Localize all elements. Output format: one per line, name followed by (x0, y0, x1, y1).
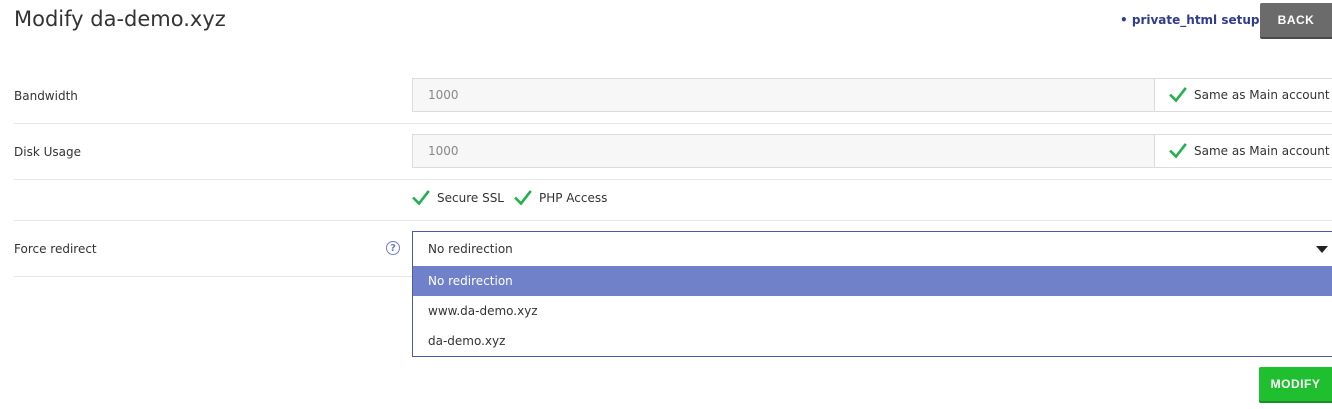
bandwidth-same-as-main[interactable]: Same as Main account (1154, 79, 1332, 111)
force-redirect-select[interactable]: No redirection (412, 231, 1332, 267)
dropdown-option[interactable]: da-demo.xyz (413, 326, 1332, 356)
divider (14, 179, 1332, 180)
dropdown-option[interactable]: www.da-demo.xyz (413, 296, 1332, 326)
disk-usage-field-group: Same as Main account (412, 134, 1332, 168)
feature-checkboxes: Secure SSL PHP Access (412, 189, 607, 207)
bandwidth-input[interactable] (413, 79, 1153, 111)
bullet: • (1120, 13, 1132, 27)
force-redirect-selected-value: No redirection (428, 242, 513, 256)
page-title: Modify da-demo.xyz (14, 7, 226, 31)
disk-usage-input[interactable] (413, 135, 1153, 167)
secure-ssl-label: Secure SSL (437, 191, 504, 205)
modify-button[interactable]: MODIFY (1259, 367, 1332, 401)
php-access-checkbox[interactable]: PHP Access (514, 189, 607, 207)
check-icon (412, 190, 430, 206)
check-icon (1169, 143, 1187, 159)
dropdown-option[interactable]: No redirection (413, 266, 1332, 296)
divider (14, 123, 1332, 124)
check-icon (1169, 87, 1187, 103)
php-access-label: PHP Access (539, 191, 608, 205)
disk-usage-same-as-main[interactable]: Same as Main account (1154, 135, 1332, 167)
bandwidth-field-group: Same as Main account (412, 78, 1332, 112)
caret-down-icon[interactable] (1316, 246, 1328, 253)
help-icon[interactable]: ? (386, 241, 400, 255)
private-html-setup-link[interactable]: • private_html setup (1120, 13, 1260, 27)
bandwidth-label: Bandwidth (14, 89, 78, 103)
bandwidth-same-as-main-label: Same as Main account (1194, 88, 1330, 102)
disk-usage-label: Disk Usage (14, 145, 81, 159)
check-icon (514, 190, 532, 206)
force-redirect-label: Force redirect (14, 242, 97, 256)
divider (14, 220, 1332, 221)
disk-usage-same-as-main-checkbox[interactable]: Same as Main account (1169, 142, 1330, 160)
back-button[interactable]: BACK (1260, 3, 1332, 37)
disk-usage-same-as-main-label: Same as Main account (1194, 144, 1330, 158)
secure-ssl-checkbox[interactable]: Secure SSL (412, 189, 504, 207)
force-redirect-dropdown: No redirection www.da-demo.xyz da-demo.x… (412, 266, 1332, 357)
private-html-setup-label: private_html setup (1131, 13, 1260, 27)
divider (14, 276, 412, 277)
bandwidth-same-as-main-checkbox[interactable]: Same as Main account (1169, 86, 1330, 104)
